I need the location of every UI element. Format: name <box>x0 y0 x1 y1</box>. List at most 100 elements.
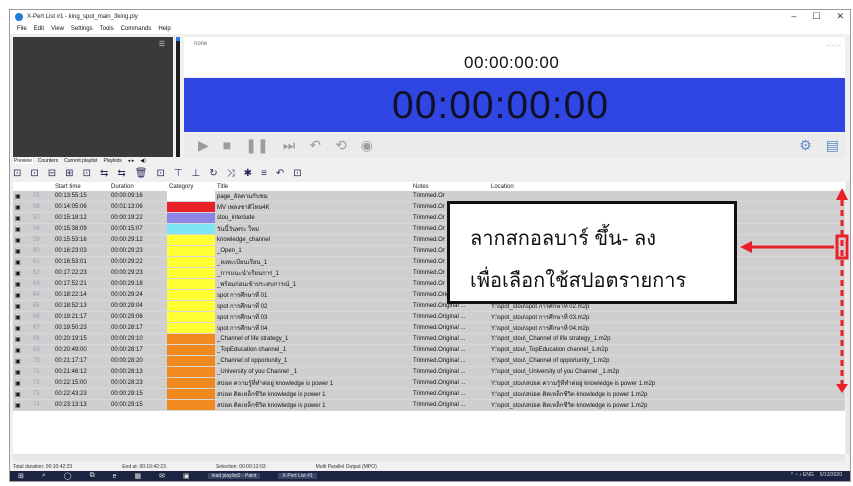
table-row[interactable]: ▣ 68 00:20:19:15 00:00:29:10 _Channel of lif… <box>13 333 845 345</box>
toolbar-button-icon[interactable]: ↶ <box>276 168 284 179</box>
row-start-time: 00:20:19:15 <box>53 333 109 345</box>
row-category <box>167 289 215 301</box>
row-title: สปอต ความรู้ที่ทำต่อยู่ knowledge is pow… <box>215 377 411 389</box>
toolbar-button-icon[interactable]: 🗑 <box>135 168 148 179</box>
toolbar-button-icon[interactable]: ⊡ <box>156 168 164 179</box>
table-row[interactable]: ▣ 71 00:21:46:12 00:00:28:13 _University of … <box>13 366 845 378</box>
col-header-category[interactable]: Category <box>167 182 215 191</box>
col-header-index <box>31 182 53 191</box>
tab-preview[interactable]: Preview <box>13 158 33 164</box>
preview-menu-icon[interactable]: ☰ <box>159 40 165 48</box>
taskbar: ⊞ ⌕ ◯ ⧉ e ▦ ✉ ▣ load playlist2 - Paint X-Pert Lis… <box>10 471 850 481</box>
tab-scroll-arrows[interactable]: ◂ ▸ <box>127 158 135 164</box>
menu-view[interactable]: View <box>51 26 64 32</box>
loop-icon[interactable]: ⟲ <box>335 137 347 154</box>
volume-icon[interactable]: ◀) <box>139 158 147 164</box>
menu-commands[interactable]: Commands <box>121 26 152 32</box>
menu-help[interactable]: Help <box>158 26 170 32</box>
col-header-notes[interactable]: Notes <box>411 182 489 191</box>
menu-bar: File Edit View Settings Tools Commands H… <box>10 24 850 34</box>
mail-icon[interactable]: ✉ <box>159 472 165 480</box>
row-category <box>167 191 215 202</box>
col-header-start-time[interactable]: Start time <box>53 182 109 191</box>
table-row[interactable]: ▣ 66 00:19:21:17 00:00:29:06 spot การศึกษาที… <box>13 311 845 323</box>
toolbar-button-icon[interactable]: ⊡ <box>13 168 21 179</box>
toolbar-button-icon[interactable]: ⊡ <box>293 168 301 179</box>
scroll-annotation-arrows <box>740 188 849 393</box>
row-index: 66 <box>31 311 53 323</box>
table-row[interactable]: ▣ 70 00:21:17:17 00:00:28:20 _Channel of opp… <box>13 355 845 367</box>
toolbar-button-icon[interactable]: ≡ <box>261 168 267 179</box>
row-duration: 00:00:29:22 <box>109 256 167 268</box>
close-button[interactable]: ✕ <box>836 11 844 22</box>
row-duration: 00:00:28:17 <box>109 344 167 356</box>
toolbar-button-icon[interactable]: ⊡ <box>30 168 38 179</box>
row-notes: Trimmed.Original ... <box>411 377 489 389</box>
horizontal-scrollbar[interactable] <box>13 454 845 461</box>
toolbar-button-icon[interactable]: ⊤ <box>174 168 183 179</box>
cortana-icon[interactable]: ◯ <box>64 472 72 480</box>
play-icon[interactable]: ▶ <box>198 137 209 154</box>
table-row[interactable]: ▣ 74 00:23:13:13 00:00:29:15 สปอต ติดเหล็กชี… <box>13 399 845 411</box>
row-category <box>167 388 215 400</box>
menu-tools[interactable]: Tools <box>100 26 114 32</box>
toolbar-button-icon[interactable]: ⊥ <box>192 168 201 179</box>
stop-icon[interactable]: ■ <box>223 137 231 154</box>
row-category <box>167 256 215 268</box>
toolbar-button-icon[interactable]: ↻ <box>209 168 217 179</box>
table-row[interactable]: ▣ 69 00:20:49:00 00:00:28:17 _TopEducation c… <box>13 344 845 356</box>
menu-settings[interactable]: Settings <box>71 26 93 32</box>
search-icon[interactable]: ⌕ <box>42 472 46 480</box>
skip-icon[interactable]: ⏭ <box>283 137 296 154</box>
row-index: 58 <box>31 223 53 235</box>
row-category <box>167 223 215 235</box>
maximize-button[interactable]: ☐ <box>812 11 820 22</box>
row-index: 68 <box>31 333 53 345</box>
tab-playlists[interactable]: Playlists <box>102 158 122 164</box>
minimize-button[interactable]: – <box>791 11 796 22</box>
toolbar-button-icon[interactable]: ✱ <box>244 168 252 179</box>
settings-icon[interactable]: ⚙ <box>799 137 812 154</box>
row-icon: ▣ <box>13 267 31 279</box>
row-title: knowledge_channel <box>215 234 411 246</box>
row-start-time: 00:16:53:01 <box>53 256 109 268</box>
row-category <box>167 245 215 257</box>
row-category <box>167 344 215 356</box>
toolbar-button-icon[interactable]: ⇆ <box>117 168 125 179</box>
row-icon: ▣ <box>13 333 31 345</box>
table-row[interactable]: ▣ 67 00:19:50:23 00:00:28:17 spot การศึกษาที… <box>13 322 845 334</box>
tab-current-playlist[interactable]: Current playlist <box>63 158 98 164</box>
toolbar-button-icon[interactable]: ⊟ <box>48 168 56 179</box>
undo-icon[interactable]: ↶ <box>309 137 321 154</box>
edge-icon[interactable]: e <box>113 473 117 480</box>
start-icon[interactable]: ⊞ <box>18 472 24 480</box>
store-icon[interactable]: ▣ <box>183 472 190 480</box>
toolbar-button-icon[interactable]: ⊡ <box>83 168 91 179</box>
taskbar-app-app1[interactable]: load playlist2 - Paint <box>207 473 261 479</box>
col-header-title[interactable]: Title <box>215 182 411 191</box>
row-notes: Trimmed.Original ... <box>411 322 489 334</box>
countdown-clock: 00:00:00:00 <box>184 78 845 132</box>
col-header-icon <box>13 182 31 191</box>
list-icon[interactable]: ▤ <box>826 137 839 154</box>
globe-icon[interactable]: ◉ <box>361 137 373 154</box>
table-row[interactable]: ▣ 72 00:22:15:00 00:00:28:23 สปอต ความรู้ที่… <box>13 377 845 389</box>
toolbar-button-icon[interactable]: ⇆ <box>100 168 108 179</box>
tray-icons[interactable]: ^ ◔ ♪ ENG <box>791 472 814 478</box>
explorer-icon[interactable]: ▦ <box>135 472 142 480</box>
table-row[interactable]: ▣ 73 00:22:43:23 00:00:29:15 สปอต ติดเหล็กชี… <box>13 388 845 400</box>
task-view-icon[interactable]: ⧉ <box>90 472 95 480</box>
toolbar-button-icon[interactable]: ⤨ <box>227 168 235 179</box>
tab-counters[interactable]: Counters <box>37 158 59 164</box>
row-icon: ▣ <box>13 311 31 323</box>
table-row[interactable]: ▣ 55 00:13:55:15 00:00:09:16 page_อัลตามกับช… <box>13 191 845 202</box>
menu-file[interactable]: File <box>17 26 27 32</box>
toolbar-button-icon[interactable]: ⊞ <box>65 168 73 179</box>
col-header-duration[interactable]: Duration <box>109 182 167 191</box>
row-duration: 00:00:09:16 <box>109 191 167 202</box>
menu-edit[interactable]: Edit <box>34 26 44 32</box>
pause-icon[interactable]: ❚❚ <box>245 137 268 154</box>
row-icon: ▣ <box>13 300 31 312</box>
row-location: Y:\spot_stou\สปอต ติดเหล็กชีวิต knowledg… <box>489 399 845 411</box>
taskbar-app-app2[interactable]: X-Pert List #1 <box>278 473 317 479</box>
